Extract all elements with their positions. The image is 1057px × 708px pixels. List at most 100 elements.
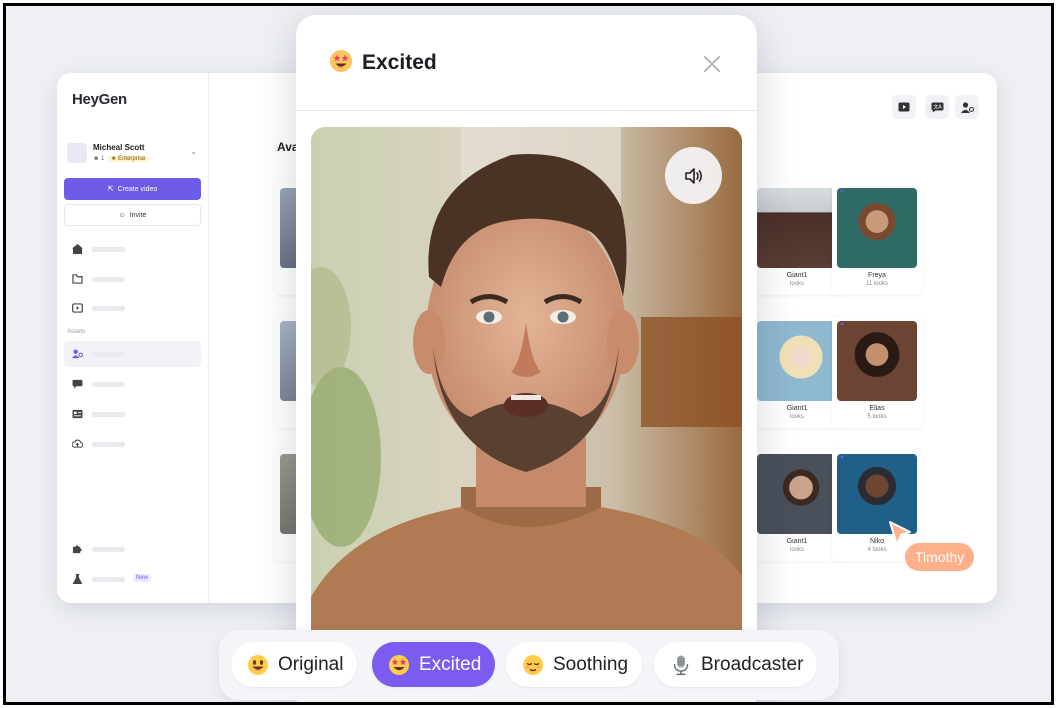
tone-option-broadcaster[interactable]: Broadcaster (654, 642, 818, 687)
sidebar-item-label-placeholder (92, 247, 125, 252)
tone-label: Original (278, 653, 344, 675)
puzzle-icon (72, 545, 82, 554)
sidebar-item-label-placeholder (92, 547, 125, 552)
invite-label: Invite (129, 211, 147, 219)
chat-icon (72, 379, 83, 389)
sidebar-item-label-placeholder (92, 577, 125, 582)
avatar-looks-count: 5 looks (867, 414, 887, 420)
avatar-name: Giant1 (786, 538, 808, 545)
svg-text:文A: 文A (933, 103, 942, 110)
user-settings-icon (960, 101, 974, 113)
avatar-name: Giant1 (786, 272, 808, 279)
favorite-heart-icon: ♥ (840, 455, 844, 461)
avatar-card[interactable]: Giant1 looks (752, 183, 842, 295)
sidebar-item-uploads[interactable] (64, 431, 201, 457)
tone-option-original[interactable]: Original (231, 642, 358, 687)
tone-option-soothing[interactable]: Soothing (506, 642, 643, 687)
avatar-looks-count: looks (789, 281, 804, 287)
plan-badge: ★ Enterprise (108, 156, 149, 162)
relieved-face-icon (523, 654, 543, 675)
user-meta: ☻ 1 ★ Enterprise (93, 155, 149, 162)
user-name: Micheal Scott (93, 143, 145, 152)
video-library-button[interactable] (892, 95, 916, 119)
cursor-click-icon: ⇱ (107, 186, 114, 193)
avatar-card[interactable]: ♥ Elias 5 looks (832, 316, 922, 428)
sidebar-item-label-placeholder (92, 382, 125, 387)
sidebar-item-label-placeholder (92, 306, 125, 311)
avatar-looks-count: looks (789, 414, 804, 420)
avatar-thumbnail (757, 321, 837, 401)
upload-icon (72, 439, 83, 448)
account-button[interactable] (955, 95, 979, 119)
sidebar-item-label-placeholder (92, 352, 125, 357)
avatar-name: Freya (868, 272, 886, 279)
avatar-thumbnail (837, 188, 917, 268)
sidebar-item-voices[interactable] (64, 371, 201, 397)
avatar-name: Giant1 (786, 405, 808, 412)
screenshot-frame: HeyGen Micheal Scott ☻ 1 ★ Enterprise ⌄ … (3, 3, 1054, 705)
avatar-card[interactable]: Giant1 looks (752, 449, 842, 561)
sidebar-item-label-placeholder (92, 412, 125, 417)
sidebar-item-label-placeholder (92, 277, 125, 282)
sidebar-item-label-placeholder (92, 442, 125, 447)
sidebar-item-brand[interactable] (64, 401, 201, 427)
avatar-looks-count: 11 looks (866, 281, 888, 287)
member-count: 1 (101, 156, 105, 162)
presenter-video-frame (311, 127, 742, 687)
translate-button[interactable]: 文A (925, 95, 949, 119)
cursor-pointer-icon (889, 521, 911, 546)
sidebar-item-home[interactable] (64, 236, 201, 262)
modal-title: Excited (362, 51, 437, 74)
create-video-button[interactable]: ⇱ Create video (64, 178, 201, 200)
sidebar-item-integrations[interactable] (64, 536, 201, 562)
flask-icon (72, 574, 83, 584)
assets-section-label: Assets (67, 329, 86, 335)
create-video-label: Create video (117, 185, 158, 193)
tone-option-excited[interactable]: Excited (372, 642, 496, 687)
avatar-thumbnail (757, 454, 837, 534)
chevron-down-icon: ⌄ (190, 147, 197, 156)
sidebar-item-videos[interactable] (64, 295, 201, 321)
card-icon (72, 409, 83, 419)
close-icon[interactable] (699, 51, 725, 77)
mute-toggle-button[interactable] (665, 147, 722, 204)
folder-icon (72, 274, 83, 284)
app-logo: HeyGen (72, 91, 127, 108)
tone-label: Broadcaster (701, 653, 804, 675)
avatar-video-preview[interactable] (311, 127, 742, 687)
avatar-card[interactable]: Giant1 looks (752, 316, 842, 428)
person-icon: ☺ (118, 211, 126, 219)
favorite-heart-icon: ♥ (840, 322, 844, 328)
sidebar-item-projects[interactable] (64, 266, 201, 292)
home-icon (72, 244, 83, 254)
tone-label: Excited (419, 653, 482, 675)
tone-preview-modal: Excited (296, 15, 757, 702)
sidebar-item-labs[interactable]: New (64, 566, 201, 592)
star-struck-face-icon (389, 654, 409, 675)
avatar-name: Elias (869, 405, 885, 412)
members-icon: ☻ (93, 156, 100, 162)
star-struck-face-icon (330, 50, 352, 72)
avatar (67, 143, 87, 163)
grinning-face-icon (248, 654, 268, 675)
avatar-card[interactable]: ♥ Freya 11 looks (832, 183, 922, 295)
plan-label: Enterprise (118, 156, 146, 162)
favorite-heart-icon: ♥ (840, 189, 844, 195)
tone-selector: Original Excited Soothing Broadcaster (219, 630, 839, 700)
sidebar-item-avatars[interactable] (64, 341, 201, 367)
avatar-thumbnail (837, 321, 917, 401)
avatar-thumbnail (757, 188, 837, 268)
video-icon (72, 303, 83, 313)
speaker-icon (684, 167, 702, 184)
avatar-looks-count: looks (789, 547, 804, 553)
sidebar: HeyGen Micheal Scott ☻ 1 ★ Enterprise ⌄ … (57, 73, 209, 603)
new-badge: New (133, 574, 152, 582)
invite-button[interactable]: ☺ Invite (64, 204, 201, 226)
avatar-icon (72, 349, 83, 359)
modal-header: Excited (296, 15, 757, 111)
tone-label: Soothing (553, 653, 629, 675)
microphone-icon (673, 655, 689, 675)
workspace-switcher[interactable]: Micheal Scott ☻ 1 ★ Enterprise ⌄ (67, 141, 199, 167)
translate-icon: 文A (931, 102, 943, 112)
film-icon (898, 102, 910, 112)
